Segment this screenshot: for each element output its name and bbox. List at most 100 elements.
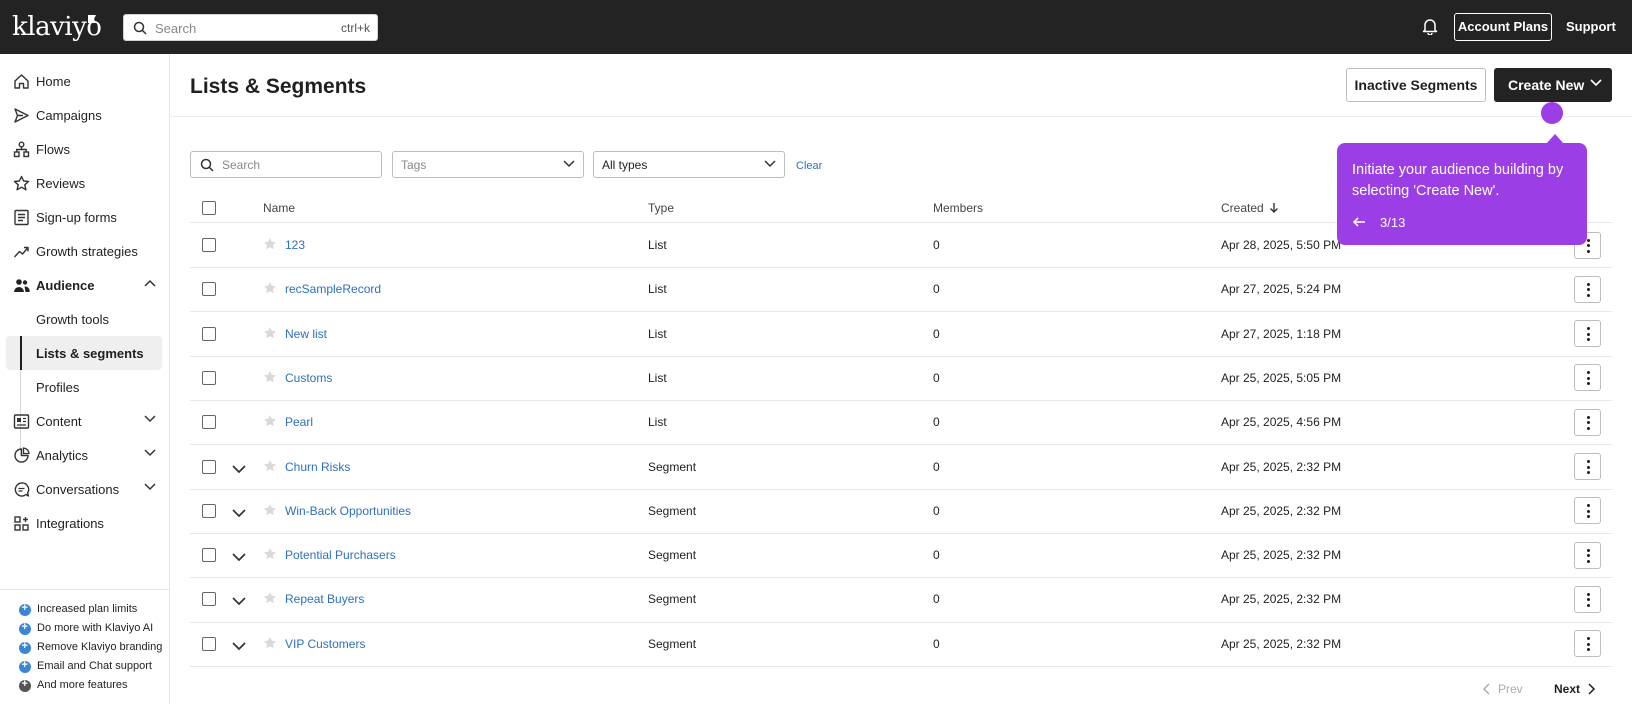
- favorite-star-icon[interactable]: [263, 281, 277, 295]
- favorite-star-icon[interactable]: [263, 414, 277, 428]
- row-actions-button[interactable]: [1574, 364, 1601, 392]
- row-divider: [190, 444, 1612, 445]
- type-cell: List: [648, 238, 667, 252]
- row-actions-button[interactable]: [1574, 497, 1601, 525]
- account-plans-button[interactable]: Account Plans: [1454, 13, 1552, 41]
- expand-row-button[interactable]: [232, 639, 246, 654]
- column-header-type[interactable]: Type: [648, 201, 674, 215]
- sidebar-subitem-growth-tools[interactable]: Growth tools: [6, 302, 162, 336]
- kebab-dot: [1586, 471, 1590, 474]
- expand-row-button[interactable]: [232, 506, 246, 521]
- arrow-left-icon[interactable]: [1352, 215, 1366, 229]
- sidebar-subitem-lists-segments[interactable]: Lists & segments: [6, 336, 162, 370]
- column-header-created[interactable]: Created: [1221, 201, 1279, 215]
- sidebar-item-campaigns[interactable]: Campaigns: [6, 98, 162, 132]
- row-checkbox[interactable]: [202, 238, 216, 252]
- row-checkbox[interactable]: [202, 282, 216, 297]
- list-name-link[interactable]: recSampleRecord: [285, 282, 381, 296]
- favorite-star-icon[interactable]: [263, 547, 277, 561]
- next-page-button[interactable]: Next: [1554, 682, 1596, 696]
- sidebar-item-reviews[interactable]: Reviews: [6, 166, 162, 200]
- favorite-star-icon[interactable]: [263, 591, 277, 605]
- favorite-star-icon[interactable]: [263, 636, 277, 650]
- expand-row-button[interactable]: [232, 550, 246, 565]
- row-checkbox[interactable]: [202, 459, 216, 474]
- row-actions-button[interactable]: [1574, 453, 1601, 480]
- row-checkbox[interactable]: [202, 503, 216, 518]
- guide-hotspot[interactable]: [1541, 102, 1563, 124]
- sidebar-item-content[interactable]: Content: [6, 404, 162, 438]
- row-checkbox[interactable]: [202, 326, 216, 341]
- list-name-link[interactable]: Churn Risks: [285, 460, 350, 474]
- list-name-link[interactable]: 123: [285, 238, 305, 252]
- chevron-down-icon[interactable]: [144, 415, 156, 423]
- members-cell: 0: [933, 503, 940, 518]
- select-all-checkbox[interactable]: [202, 201, 216, 215]
- global-search-input[interactable]: Search ctrl+k: [123, 14, 378, 41]
- type-select[interactable]: All types: [593, 151, 785, 178]
- row-actions-button[interactable]: [1574, 585, 1601, 613]
- row-checkbox[interactable]: [202, 592, 216, 607]
- sidebar-item-integrations[interactable]: Integrations: [6, 506, 162, 540]
- row-checkbox[interactable]: [202, 415, 216, 430]
- sidebar-item-signup-forms[interactable]: Sign-up forms: [6, 200, 162, 234]
- type-cell: Segment: [648, 459, 697, 474]
- row-actions-button[interactable]: [1574, 320, 1601, 348]
- sidebar-item-label: Reviews: [36, 176, 86, 191]
- expand-row-button[interactable]: [232, 594, 246, 609]
- column-header-created-label: Created: [1221, 201, 1264, 215]
- column-header-name[interactable]: Name: [263, 201, 295, 215]
- sidebar-item-flows[interactable]: Flows: [6, 132, 162, 166]
- list-name-link[interactable]: Potential Purchasers: [285, 548, 396, 562]
- clear-filters-link[interactable]: Clear: [796, 160, 822, 172]
- favorite-star-icon[interactable]: [263, 459, 277, 473]
- row-checkbox[interactable]: [202, 636, 216, 651]
- sidebar-item-audience[interactable]: Audience: [6, 268, 162, 302]
- prev-page-button[interactable]: Prev: [1482, 682, 1523, 696]
- bell-icon[interactable]: [1422, 17, 1438, 35]
- create-new-button[interactable]: Create New: [1494, 68, 1612, 102]
- sidebar-subitem-profiles[interactable]: Profiles: [6, 370, 162, 404]
- row-checkbox[interactable]: [202, 548, 216, 563]
- grid-icon: [14, 516, 29, 531]
- favorite-star-icon[interactable]: [263, 503, 277, 517]
- row-divider: [190, 400, 1612, 401]
- sidebar-divider: [0, 589, 170, 590]
- row-actions-button[interactable]: [1574, 408, 1601, 436]
- sidebar-item-home[interactable]: Home: [6, 64, 162, 98]
- list-name-link[interactable]: VIP Customers: [285, 637, 365, 651]
- list-name-link[interactable]: Customs: [285, 371, 332, 385]
- sidebar-item-growth-strategies[interactable]: Growth strategies: [6, 234, 162, 268]
- list-name-link[interactable]: Pearl: [285, 415, 313, 429]
- row-actions-button[interactable]: [1574, 275, 1601, 303]
- type-cell: Segment: [648, 592, 697, 607]
- members-cell: 0: [933, 415, 940, 430]
- star-outline-icon: [264, 326, 276, 338]
- favorite-star-icon[interactable]: [263, 326, 277, 340]
- kebab-dot: [1586, 460, 1590, 463]
- list-search-input[interactable]: Search: [190, 151, 382, 178]
- sidebar-item-conversations[interactable]: Conversations: [6, 472, 162, 506]
- row-actions-button[interactable]: [1574, 630, 1601, 658]
- chevron-down-icon: [232, 464, 246, 473]
- chevron-down-icon[interactable]: [144, 449, 156, 457]
- inactive-segments-button[interactable]: Inactive Segments: [1346, 68, 1486, 102]
- list-name-link[interactable]: Win-Back Opportunities: [285, 504, 411, 518]
- expand-row-button[interactable]: [232, 462, 246, 477]
- list-name-link[interactable]: New list: [285, 327, 327, 341]
- column-header-members[interactable]: Members: [933, 201, 983, 215]
- row-checkbox[interactable]: [202, 370, 216, 385]
- list-name-link[interactable]: Repeat Buyers: [285, 592, 364, 606]
- tags-select[interactable]: Tags: [392, 151, 584, 178]
- favorite-star-icon[interactable]: [263, 237, 277, 251]
- row-actions-button[interactable]: [1574, 541, 1601, 569]
- search-placeholder: Search: [222, 158, 261, 172]
- kebab-dot: [1586, 559, 1590, 563]
- chevron-down-icon[interactable]: [144, 483, 156, 491]
- support-link[interactable]: Support: [1566, 19, 1616, 34]
- sidebar-item-analytics[interactable]: Analytics: [6, 438, 162, 472]
- kebab-dot: [1586, 504, 1590, 508]
- chevron-up-icon[interactable]: [144, 279, 156, 287]
- type-cell: Segment: [648, 503, 697, 518]
- favorite-star-icon[interactable]: [263, 370, 277, 384]
